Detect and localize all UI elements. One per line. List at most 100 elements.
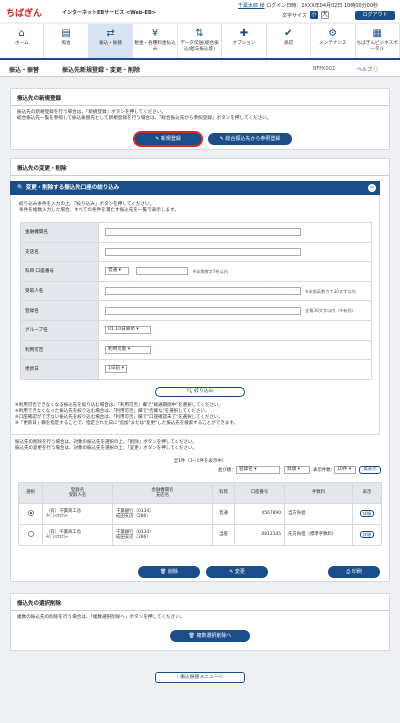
branch-input[interactable] <box>105 247 301 256</box>
branch-name: 成田支店（286） <box>116 514 151 519</box>
check-icon: ✔ <box>284 28 293 39</box>
reorder-button[interactable]: 再表示 <box>359 466 381 474</box>
font-small-button[interactable]: 小 <box>309 11 318 19</box>
gear-icon: ⚙ <box>328 28 338 39</box>
print-button[interactable]: ⎙ 印刷 <box>328 566 380 578</box>
branch-name: 成田支店（286） <box>116 535 151 540</box>
nav-business-portal[interactable]: ▦ ちばぎんビジネスポータル <box>356 24 400 58</box>
service-name: インターネットEBサービス <Web-EB> <box>62 10 156 16</box>
back-to-menu-button[interactable]: ‹ 振込振替メニューへ <box>155 672 245 683</box>
nav-transfer[interactable]: ⇄ 振込・振替 <box>88 24 134 58</box>
col-bank: 金融機関名 支店名 <box>112 482 213 504</box>
nav-data-transmission[interactable]: ⇅ データ伝送(総合振込/給与振込等) <box>178 24 223 58</box>
plus-icon: ✚ <box>239 28 249 39</box>
bank-input[interactable] <box>105 228 301 237</box>
subject: 当座 <box>212 524 235 546</box>
pencil-icon: ✎ <box>229 569 234 575</box>
yen-icon: ¥ <box>151 28 159 39</box>
portal-icon: ▦ <box>372 28 382 39</box>
trash-icon: 🗑 <box>160 569 167 575</box>
select-radio[interactable] <box>27 509 34 516</box>
font-size-control: 文字サイズ 小 大 <box>282 11 329 19</box>
printer-icon: ⎙ <box>346 569 351 575</box>
updated-select[interactable]: 1日前 ▾ <box>105 365 127 374</box>
sort-select[interactable]: 登録名 ▾ <box>236 466 280 474</box>
header: ちばぎん インターネットEBサービス <Web-EB> 千葉太郎 様 ログイン日… <box>0 0 400 22</box>
payee-hint: ※半角英数カナ30文字以内 <box>305 288 356 294</box>
change-button[interactable]: ✎ 変更 <box>206 566 268 578</box>
account-number: 4567890 <box>234 503 285 525</box>
order-select[interactable]: 昇順 ▾ <box>284 466 310 474</box>
page-title-bar: 振込・振替 振込先新規登録・変更・削除 BFFK002 ヘルプ ⓘ <box>0 60 400 77</box>
nav-maintenance[interactable]: ⚙ メンテナンス <box>311 24 356 58</box>
col-name: 登録名 受取人名 <box>42 482 113 504</box>
table-row[interactable]: （有）千葉商工舎 ﾁﾊﾞｼｮｳｺｳｼｬ 千葉銀行（0134） 成田支店（286） 普… <box>18 503 382 525</box>
bulk-delete-button[interactable]: 🗑 複数選択削除へ <box>170 630 250 642</box>
button-label: 変更 <box>234 569 245 575</box>
account-number-input[interactable] <box>136 267 189 276</box>
fee: 当方負担 <box>284 503 353 525</box>
col-detail: 表示 <box>352 482 382 504</box>
col-account: 口座番号 <box>234 482 285 504</box>
nav-approval[interactable]: ✔ 承認 <box>267 24 312 58</box>
note-text: ※「更新日」欄を指定することで、指定された日に"追加"または"変更"した振込先を… <box>15 421 238 426</box>
nav-label: 照会 <box>61 41 71 46</box>
account-label: 科目 口座番号 <box>20 261 99 282</box>
select-radio[interactable] <box>27 530 34 537</box>
filter-form: 金融機関名 支店名 科目 口座番号 普通 ▾ ※半角数字7桁以内 受取人名 ※半角英… <box>20 222 372 380</box>
help-link[interactable]: ヘルプ ⓘ <box>357 66 379 73</box>
nav-option[interactable]: ✚ オプション <box>222 24 267 58</box>
button-label: 削除 <box>167 569 178 575</box>
payee-label: 受取人名 <box>20 280 99 302</box>
collapse-icon[interactable]: − <box>368 184 376 192</box>
nav-label: ちばぎんビジネスポータル <box>356 41 398 52</box>
nav-label: ホーム <box>14 41 29 46</box>
subject-value: 普通 <box>108 268 118 274</box>
per-page-select[interactable]: 10件 ▾ <box>334 466 356 474</box>
fee: 先方負担（標準手数料） <box>284 524 353 546</box>
delete-button[interactable]: 🗑 削除 <box>138 566 200 578</box>
logout-button[interactable]: ログアウト <box>355 11 395 20</box>
nav-tax-payment[interactable]: ¥ 税金・各種料金払込み <box>133 24 178 58</box>
reg-name-hint: 全角30文字以内（※有効） <box>305 308 356 314</box>
nav-home[interactable]: ⌂ ホーム <box>0 24 45 58</box>
nav-label: データ伝送(総合振込/給与振込等) <box>180 41 219 52</box>
table-row[interactable]: （有）千葉商工舎 ﾁﾊﾞｼｮｳｺｳｼｬ 千葉銀行（0134） 成田支店（286） 当… <box>18 524 382 546</box>
button-label: 絞り込み <box>194 389 214 394</box>
button-label: 新規登録 <box>160 136 181 142</box>
filter-instruction: 条件を複数入力した場合、すべての条件を満たす振込先を一覧で表示します。 <box>19 208 179 213</box>
reg-name-input[interactable] <box>105 306 301 315</box>
help-label: ヘルプ <box>357 67 373 73</box>
section-heading: 振込先の選択削除 <box>11 594 389 611</box>
user-info: 千葉太郎 様 ログイン日時：2XXX年04月02日 10時00分00秒 <box>238 2 378 9</box>
nav-inquiry[interactable]: ▤ 照会 <box>44 24 89 58</box>
filter-panel-header[interactable]: 🔍 変更・削除する振込先口座の絞り込み − <box>10 181 380 195</box>
group-label: グループ名 <box>20 319 99 341</box>
user-name[interactable]: 千葉太郎 様 <box>238 3 265 9</box>
pencil-icon: ✎ <box>155 136 160 142</box>
instruction-text: 総合振込先一覧を参照して振込振替先として新規登録を行う場合は、「総合振込先から参… <box>17 116 272 121</box>
usage-label: 利用可否 <box>20 339 99 361</box>
detail-button[interactable]: 詳細 <box>360 510 374 518</box>
result-count: 全1件（1~1件を表示中） <box>173 459 227 464</box>
section-heading: 振込先の新規登録 <box>11 89 389 106</box>
usage-select[interactable]: 利用可能 ▾ <box>105 345 151 354</box>
reference-registration-button[interactable]: ✎ 総合振込先から参照登録 <box>208 133 292 145</box>
login-time: ログイン日時：2XXX年04月02日 10時00分00秒 <box>266 3 379 9</box>
breadcrumb: 振込・振替 <box>9 67 40 74</box>
payee-name: ﾁﾊﾞｼｮｳｺｳｼｬ <box>46 514 68 519</box>
new-registration-button[interactable]: ✎ 新規登録 <box>135 133 201 145</box>
subject-select[interactable]: 普通 ▾ <box>105 267 129 276</box>
nav-label: 税金・各種料金払込み <box>134 41 176 52</box>
filter-button[interactable]: 🔍 絞り込み <box>155 387 245 397</box>
font-large-button[interactable]: 大 <box>320 11 329 19</box>
payee-input[interactable] <box>105 287 301 296</box>
group-select[interactable]: 01 10日締め ▾ <box>105 326 151 335</box>
bulk-instruction: 複数の振込先の削除を行う場合は、「複数選択削除へ」ボタンを押してください。 <box>17 615 185 620</box>
bank-logo: ちばぎん <box>6 8 43 18</box>
global-nav: ⌂ ホーム ▤ 照会 ⇄ 振込・振替 ¥ 税金・各種料金払込み ⇅ データ伝送(総合振込/… <box>0 24 400 60</box>
home-icon: ⌂ <box>18 28 25 39</box>
branch-label: 支店名 <box>20 241 99 263</box>
detail-button[interactable]: 詳細 <box>360 531 374 539</box>
transfer-icon: ⇄ <box>106 28 115 39</box>
